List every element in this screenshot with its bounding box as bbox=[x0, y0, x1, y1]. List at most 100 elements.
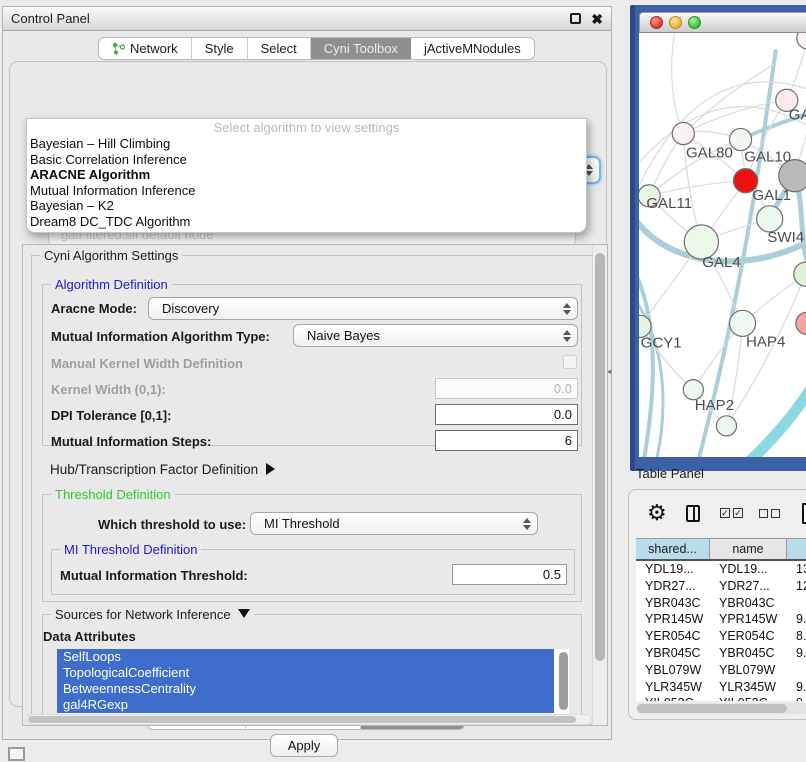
dpi-tolerance-label: DPI Tolerance [0,1]: bbox=[51, 408, 171, 423]
attribute-list-item[interactable]: TopologicalCoefficient bbox=[57, 665, 554, 681]
table-cell[interactable]: YPR145W bbox=[710, 611, 787, 628]
table-cell[interactable]: 13 bbox=[787, 561, 806, 578]
network-edge[interactable] bbox=[672, 33, 684, 133]
network-icon bbox=[112, 42, 125, 55]
attribute-list-item[interactable]: BetweennessCentrality bbox=[57, 681, 554, 697]
table-row: YDR27...YDR27...12 bbox=[636, 578, 806, 595]
hub-definition-label: Hub/Transcription Factor Definition bbox=[50, 462, 258, 477]
expanded-arrow-icon[interactable] bbox=[238, 609, 250, 618]
network-node-gal80[interactable] bbox=[672, 122, 694, 144]
table-row: YER054CYER054C8. bbox=[636, 628, 806, 645]
table-cell[interactable]: YIL052C bbox=[710, 695, 787, 701]
table-cell[interactable]: YLR345W bbox=[636, 679, 710, 696]
which-threshold-combobox[interactable]: MI Threshold bbox=[250, 512, 538, 535]
attribute-list-item[interactable]: SelfLoops bbox=[57, 649, 554, 665]
deselect-all-columns-icon[interactable] bbox=[759, 509, 780, 518]
table-cell[interactable]: YDL19... bbox=[636, 561, 710, 578]
hub-definition-disclosure[interactable]: Hub/Transcription Factor Definition bbox=[50, 462, 275, 477]
control-panel-tabbar: Network Style Select Cyni Toolbox jActiveMNo… bbox=[98, 37, 535, 60]
table-cell[interactable]: 9. bbox=[787, 679, 806, 696]
float-window-icon[interactable] bbox=[570, 13, 581, 24]
network-node[interactable] bbox=[797, 33, 806, 49]
network-node-y[interactable] bbox=[796, 312, 806, 334]
table-cell[interactable]: YER054C bbox=[636, 628, 710, 645]
column-header-a[interactable]: A bbox=[787, 538, 806, 559]
algorithm-option[interactable]: Bayesian – Hill Climbing bbox=[27, 136, 586, 152]
settings-vscrollbar-thumb[interactable] bbox=[595, 253, 605, 661]
table-cell[interactable]: 9. bbox=[787, 611, 806, 628]
tab-style[interactable]: Style bbox=[192, 38, 248, 59]
table-cell[interactable]: YER054C bbox=[710, 628, 787, 645]
table-cell[interactable]: 8. bbox=[787, 628, 806, 645]
table-cell[interactable]: YBL079W bbox=[636, 662, 710, 679]
tab-select[interactable]: Select bbox=[248, 38, 311, 59]
table-cell[interactable]: 9. bbox=[787, 645, 806, 662]
table-toolbar: ⚙ ✓✓ bbox=[629, 490, 806, 536]
tab-label: Style bbox=[205, 41, 234, 56]
network-node[interactable] bbox=[716, 416, 736, 436]
network-edge[interactable] bbox=[649, 181, 745, 196]
mi-threshold-field[interactable]: 0.5 bbox=[452, 564, 567, 585]
apply-button[interactable]: Apply bbox=[270, 734, 338, 757]
mi-type-combobox[interactable]: Naive Bayes bbox=[293, 324, 578, 347]
table-cell[interactable]: YPR145W bbox=[636, 611, 710, 628]
table-cell[interactable]: YDR27... bbox=[710, 578, 787, 595]
dpi-tolerance-field[interactable]: 0.0 bbox=[435, 404, 578, 425]
tab-network[interactable]: Network bbox=[99, 38, 192, 59]
network-edge[interactable] bbox=[683, 63, 775, 133]
table-panel: ⚙ ✓✓ shared...nameAYDL19...YDL19...13YDR… bbox=[628, 489, 806, 720]
list-scrollbar-thumb[interactable] bbox=[559, 652, 568, 710]
algorithm-option[interactable]: ARACNE Algorithm bbox=[27, 167, 586, 183]
new-table-icon[interactable] bbox=[802, 503, 806, 524]
settings-hscrollbar bbox=[25, 714, 592, 725]
algorithm-option[interactable]: Bayesian – K2 bbox=[27, 198, 586, 214]
minimized-panel-icon[interactable] bbox=[8, 747, 25, 761]
table-cell[interactable]: YBR043C bbox=[636, 595, 710, 612]
table-hscrollbar-thumb[interactable] bbox=[637, 704, 787, 713]
zoom-traffic-light[interactable] bbox=[688, 16, 701, 29]
kernel-width-field[interactable]: 0.0 bbox=[435, 378, 578, 399]
table-cell[interactable]: YDL19... bbox=[710, 561, 787, 578]
column-header-name[interactable]: name bbox=[710, 538, 787, 559]
table-cell[interactable]: YBR045C bbox=[636, 645, 710, 662]
settings-hscrollbar-thumb[interactable] bbox=[28, 716, 576, 723]
table-cell[interactable]: YLR345W bbox=[710, 679, 787, 696]
table-cell[interactable]: 9 bbox=[787, 695, 806, 701]
network-canvas[interactable]: GALGAL80GAL10GAL1GAL11SWI4GAL4GCY1HAP4YH… bbox=[639, 33, 806, 457]
select-all-columns-icon[interactable]: ✓✓ bbox=[720, 508, 743, 518]
attribute-list-item[interactable]: gal4RGexp bbox=[57, 697, 554, 713]
algorithm-option[interactable]: Dream8 DC_TDC Algorithm bbox=[27, 214, 586, 230]
table-cell[interactable]: YBL079W bbox=[710, 662, 787, 679]
algorithm-option[interactable]: Mutual Information Inference bbox=[27, 183, 586, 199]
network-edge[interactable] bbox=[639, 276, 653, 457]
which-threshold-label: Which threshold to use: bbox=[98, 517, 246, 532]
aracne-mode-combobox[interactable]: Discovery bbox=[148, 297, 578, 320]
node-label: GAL bbox=[789, 106, 806, 123]
tab-label: Cyni Toolbox bbox=[324, 41, 398, 56]
close-icon[interactable]: ✖ bbox=[591, 12, 603, 26]
close-traffic-light[interactable] bbox=[650, 16, 663, 29]
columns-icon[interactable] bbox=[686, 505, 700, 522]
mi-steps-field[interactable]: 6 bbox=[435, 430, 578, 451]
table-hscrollbar bbox=[636, 703, 806, 714]
tab-cyni-toolbox[interactable]: Cyni Toolbox bbox=[311, 38, 411, 59]
algorithm-option[interactable]: Basic Correlation Inference bbox=[27, 152, 586, 168]
table-cell[interactable] bbox=[787, 595, 806, 612]
which-threshold-spinner-icon bbox=[523, 518, 531, 530]
table-cell[interactable]: YBR043C bbox=[710, 595, 787, 612]
table-cell[interactable]: YIL052C bbox=[636, 695, 710, 701]
table-cell[interactable]: YBR045C bbox=[710, 645, 787, 662]
table-cell[interactable] bbox=[787, 662, 806, 679]
column-header-shared[interactable]: shared... bbox=[636, 538, 710, 559]
network-node[interactable] bbox=[794, 262, 806, 286]
table-cell[interactable]: YDR27... bbox=[636, 578, 710, 595]
aracne-mode-value: Discovery bbox=[162, 301, 219, 316]
minimize-traffic-light[interactable] bbox=[669, 16, 682, 29]
algorithm-dropdown-popup: Select algorithm to view settings Bayesi… bbox=[26, 118, 587, 233]
tab-label: Select bbox=[261, 41, 297, 56]
table-header-row: shared...nameA bbox=[636, 538, 806, 561]
gear-icon[interactable]: ⚙ bbox=[647, 502, 667, 524]
tab-jactivemnodules[interactable]: jActiveMNodules bbox=[411, 38, 534, 59]
manual-kernel-checkbox[interactable] bbox=[563, 355, 577, 369]
table-cell[interactable]: 12 bbox=[787, 578, 806, 595]
